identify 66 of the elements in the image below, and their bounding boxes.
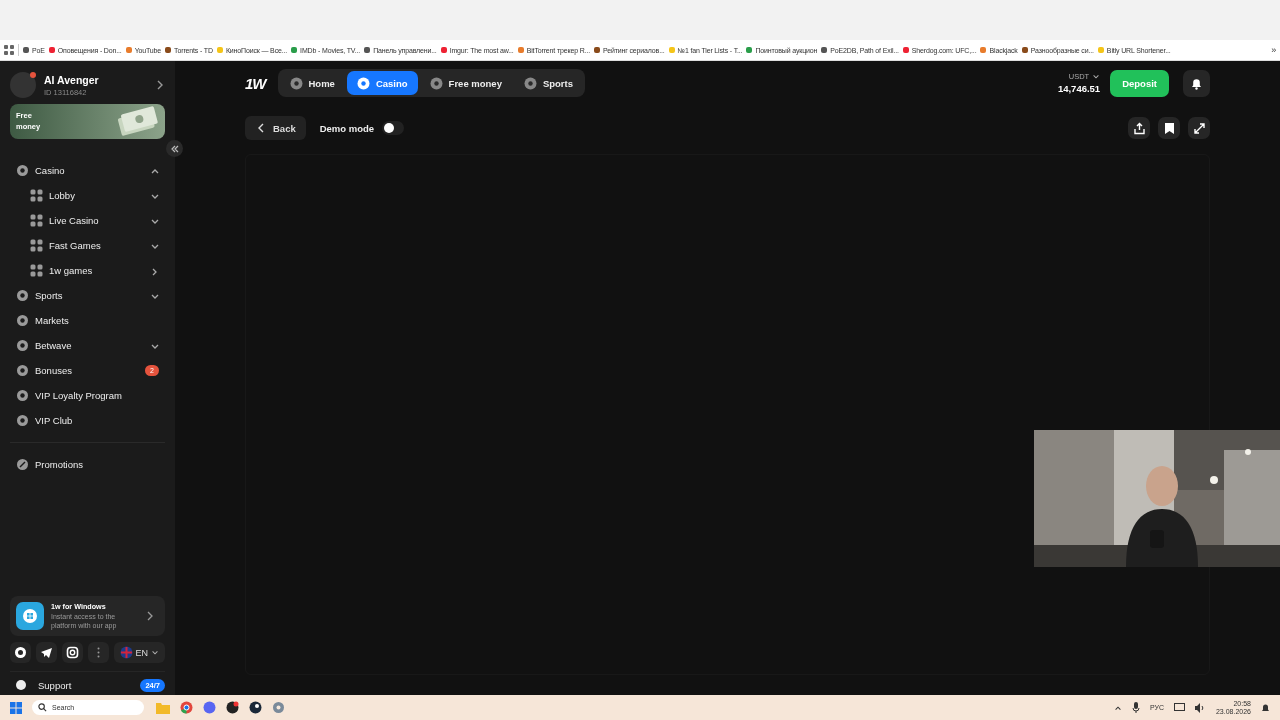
notification-bell-icon[interactable] [1183,69,1210,97]
demo-mode-label: Demo mode [319,122,375,134]
user-name: AI Avenger [44,73,100,86]
nav-item[interactable]: Betwave [10,333,165,358]
nav-tab[interactable]: Casino [346,71,418,95]
nav-subitem[interactable]: Lobby [10,183,165,208]
menu-item-icon [16,339,29,352]
logo[interactable]: 1W [245,74,266,92]
flag-icon [119,646,133,659]
language-selector[interactable]: EN [113,642,165,663]
settings-icon[interactable] [272,701,285,714]
avatar-icon[interactable] [10,72,36,98]
menu-item-icon [16,289,29,302]
language-code: EN [135,647,148,658]
fullscreen-icon[interactable] [1188,117,1210,139]
nav-item[interactable]: VIP Loyalty Program [10,383,165,408]
network-icon[interactable] [1173,702,1185,713]
menu-item-icon [30,239,43,252]
nav-item[interactable]: Casino [10,158,165,183]
support-icon [16,680,26,690]
instagram-icon[interactable] [61,642,83,663]
chevron-icon [145,611,155,621]
tab-icon [356,76,370,90]
nav-item[interactable]: Promotions [10,452,165,477]
browser-icon[interactable] [180,701,193,714]
menu-item-icon [30,214,43,227]
share-icon[interactable] [1128,117,1150,139]
search-icon [38,703,47,712]
nav-subitem[interactable]: Live Casino [10,208,165,233]
collapse-button[interactable] [166,140,183,157]
tab-icon [289,76,303,90]
notification-icon[interactable] [1261,702,1270,713]
bookmark-icon[interactable] [1158,117,1180,139]
chevron-icon[interactable] [155,80,165,90]
menu-item-icon [16,458,29,471]
volume-icon[interactable] [1194,702,1206,713]
apps-icon[interactable] [4,45,14,55]
windows-app-icon [16,602,44,630]
double-chevron-icon [169,143,180,154]
microphone-icon[interactable] [1131,702,1140,713]
start-icon[interactable] [10,701,22,714]
nav-tab[interactable]: Home [279,71,345,95]
menu-item-icon [16,164,29,177]
menu-item-icon [16,364,29,377]
more-bookmarks-button[interactable]: » [1271,45,1276,55]
nav-tab[interactable]: Free money [419,71,512,95]
nav-item[interactable]: Sports [10,283,165,308]
tab-icon [523,76,537,90]
nav-subitem[interactable]: 1w games [10,258,165,283]
back-button[interactable]: Back [245,116,306,140]
menu-item-icon [30,264,43,277]
nav-item[interactable]: VIP Club [10,408,165,433]
telegram-icon[interactable] [35,642,57,663]
menu-item-icon [16,414,29,427]
nav-subitem[interactable]: Fast Games [10,233,165,258]
nav-item[interactable]: Markets [10,308,165,333]
menu-item-icon [16,389,29,402]
chevron-icon [1092,72,1101,81]
menu-item-icon [16,314,29,327]
demo-mode-toggle[interactable] [382,121,405,135]
chevron-icon [257,123,265,133]
tab-icon [429,76,443,90]
chevron-icon [151,648,159,657]
menu-item-icon [30,189,43,202]
balance-amount: 14,746.51 [1057,83,1101,94]
nav-tab[interactable]: Sports [513,71,583,95]
